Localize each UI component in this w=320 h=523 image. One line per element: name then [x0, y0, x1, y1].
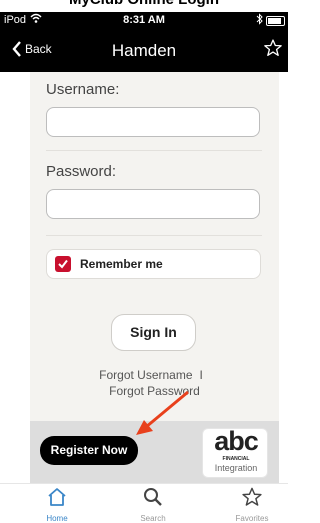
- search-icon: [144, 488, 162, 506]
- page-caption: MyClub Online Login: [0, 0, 288, 8]
- password-label: Password:: [46, 163, 117, 180]
- divider: [46, 235, 262, 236]
- status-bar: iPod 8:31 AM: [0, 12, 288, 30]
- logo-sub-text: FINANCIAL: [222, 456, 250, 462]
- star-icon: [264, 39, 282, 56]
- battery-icon: [266, 16, 285, 26]
- page-title: Hamden: [111, 41, 177, 60]
- logo-main-text: abc: [214, 426, 259, 456]
- star-icon: [242, 487, 262, 506]
- logo-tag-text: Integration: [214, 463, 258, 473]
- remember-me-checkbox[interactable]: [55, 256, 71, 272]
- favorite-button[interactable]: [263, 38, 283, 63]
- tab-search[interactable]: Search: [118, 487, 188, 523]
- forgot-password-link[interactable]: Forgot Password: [109, 384, 200, 398]
- username-label: Username:: [46, 81, 120, 98]
- tab-favorites[interactable]: Favorites: [217, 487, 287, 523]
- tab-label: Home: [46, 514, 68, 523]
- password-input[interactable]: [46, 189, 260, 219]
- sign-in-button[interactable]: Sign In: [111, 314, 196, 351]
- forgot-username-link[interactable]: Forgot Username: [99, 368, 192, 382]
- tab-label: Favorites: [235, 514, 269, 523]
- username-input[interactable]: [46, 107, 260, 137]
- checkmark-icon: [58, 259, 68, 269]
- remember-me-label: Remember me: [80, 257, 163, 271]
- tab-bar: Home Search Favorites: [0, 483, 288, 523]
- link-separator: I: [199, 368, 203, 382]
- tab-home[interactable]: Home: [22, 487, 92, 523]
- tab-label: Search: [140, 514, 166, 523]
- register-now-button[interactable]: Register Now: [40, 436, 138, 465]
- login-panel: Username: Password: Remember me Sign In …: [30, 72, 279, 421]
- clock: 8:31 AM: [123, 14, 165, 26]
- navigation-bar: Back Hamden: [0, 30, 288, 72]
- remember-me-toggle[interactable]: Remember me: [46, 249, 261, 279]
- divider: [46, 150, 262, 151]
- forgot-links: Forgot Username I Forgot Password: [30, 367, 279, 399]
- bluetooth-icon: [256, 13, 263, 28]
- home-icon: [48, 488, 66, 506]
- abc-financial-logo: abc FINANCIAL Integration: [202, 426, 268, 478]
- footer-bar: Register Now abc FINANCIAL Integration: [30, 421, 279, 483]
